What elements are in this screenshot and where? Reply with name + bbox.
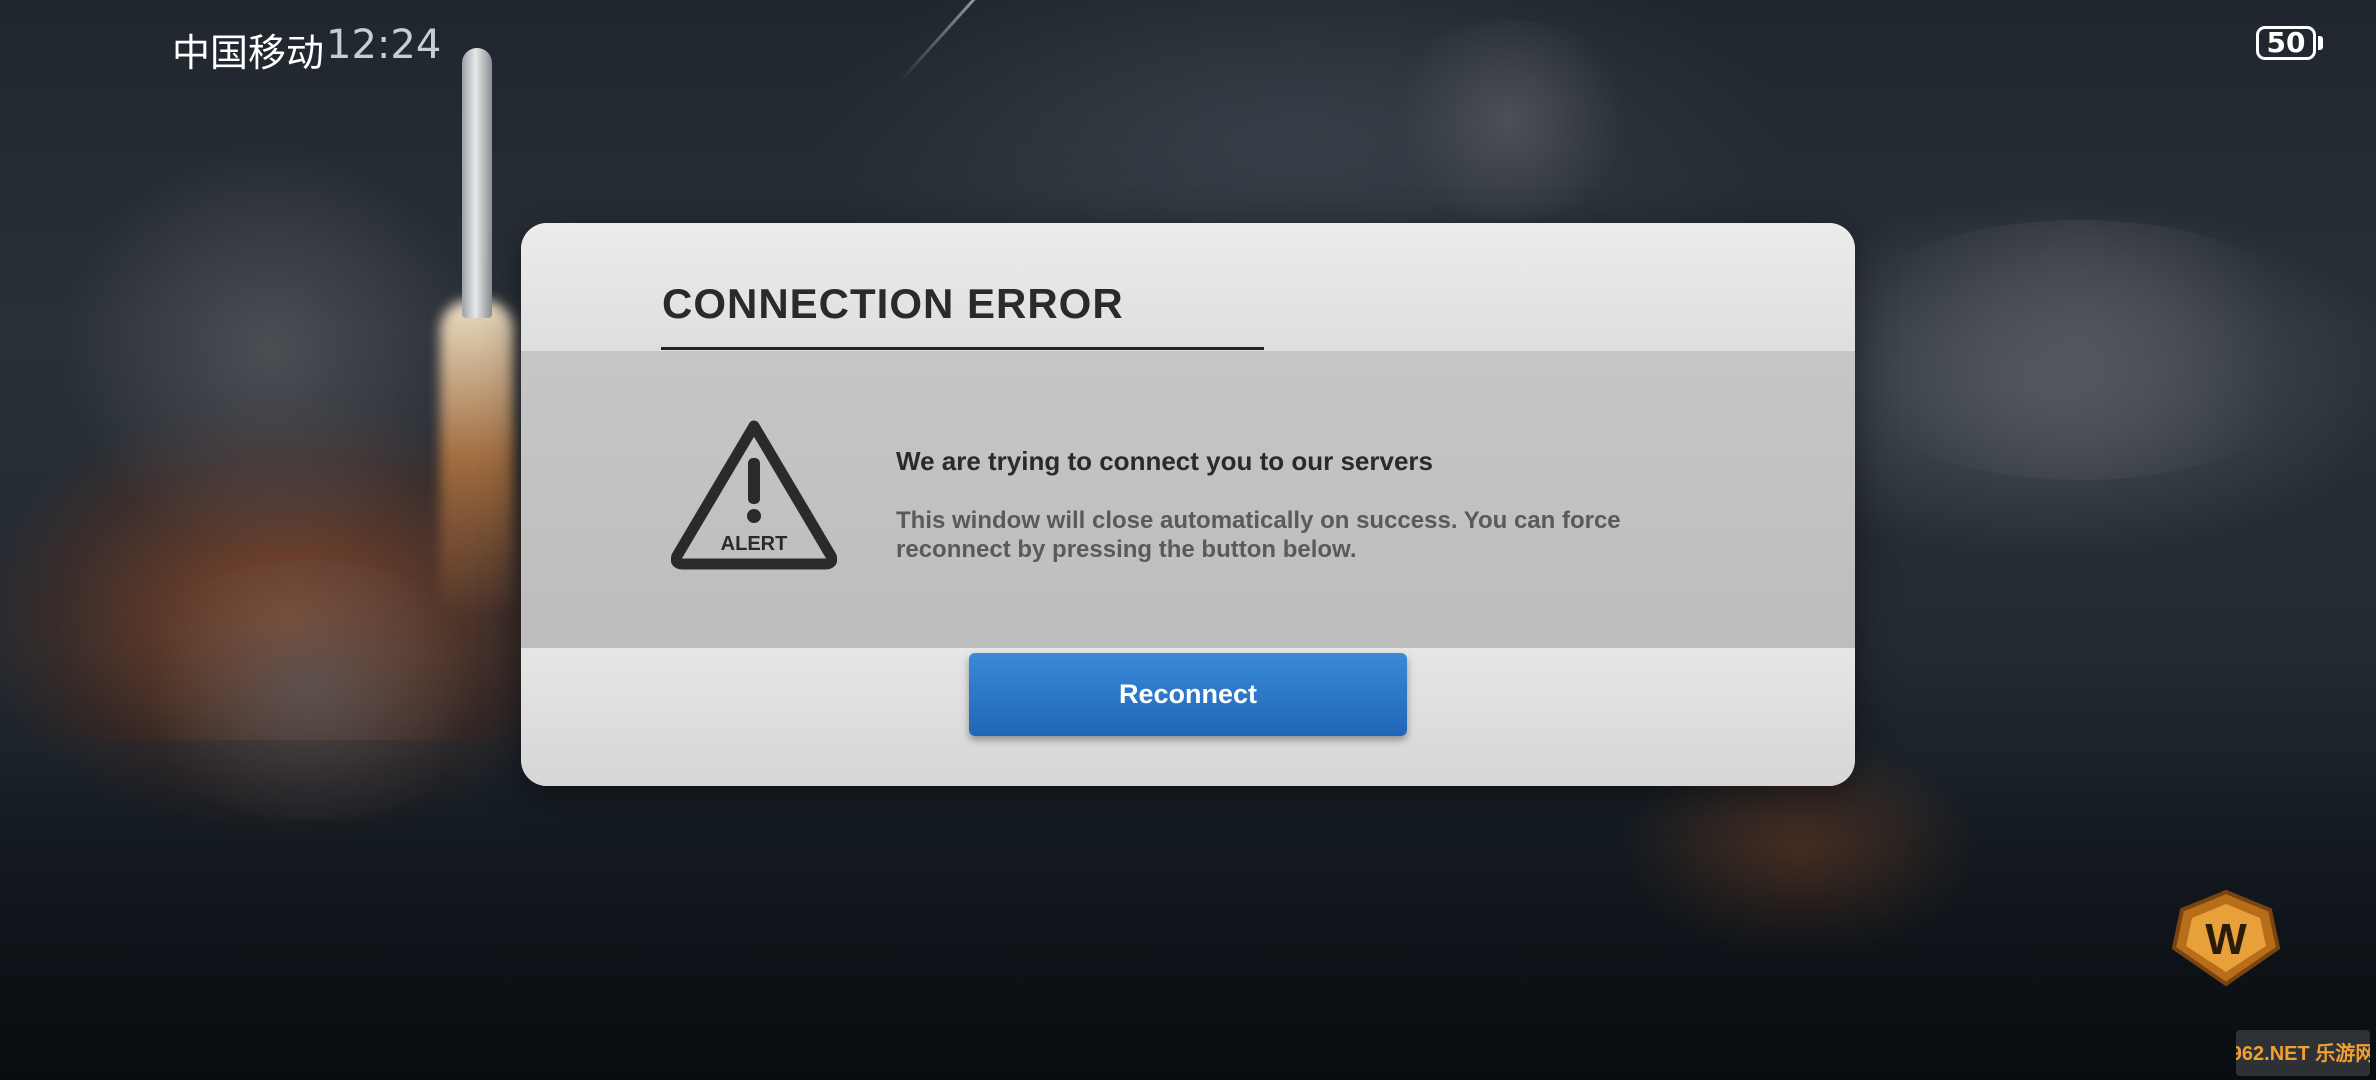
game-logo-letter: W [2205,915,2247,964]
battery-tip [2318,36,2323,50]
alert-icon: ALERT [671,420,837,570]
game-logo: W [2171,889,2281,987]
smoke-cloud-left [60,140,480,560]
rocket-plume [440,300,514,620]
message-heading: We are trying to connect you to our serv… [896,446,1433,476]
reconnect-button[interactable]: Reconnect [969,653,1407,736]
watermark-text: 962.NET 乐游网 [2236,1041,2370,1065]
alert-icon-label: ALERT [721,533,788,555]
carrier-name: 中国移动 [172,31,325,75]
site-watermark: 962.NET 乐游网 [2236,1030,2370,1076]
status-bar: 中国移动 12:24 50 [0,0,2376,90]
message-body: This window will close automatically on … [896,507,1621,563]
smoke-cloud-right [1820,220,2340,480]
title-underline [661,347,1264,350]
dialog-title: CONNECTION ERROR [662,280,1124,327]
status-time: 12:24 [326,22,442,68]
ocean [0,740,2376,1080]
battery-icon: 50 [2256,26,2316,60]
